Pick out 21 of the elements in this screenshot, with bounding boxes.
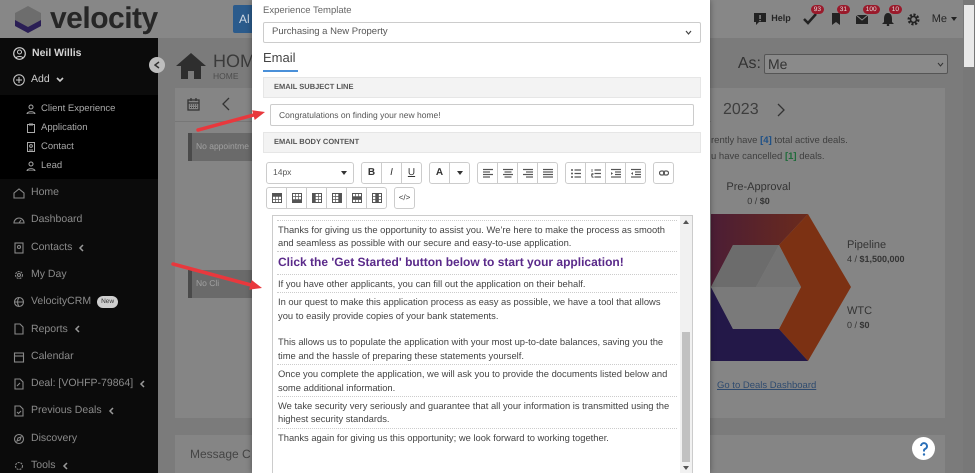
editor-paragraph: Thanks again for giving us this opportunity; we look forward to working together. — [278, 430, 610, 444]
editor-paragraph: This allows us to populate the application with your most up-to-date balances, saving you the time and the hassle of preparing these statements yourself. — [278, 335, 664, 362]
card-title: Message C — [190, 446, 251, 462]
stage-value: 4 / $1,500,000 — [847, 253, 905, 266]
editor-paragraph: Thanks for giving us the opportunity to assist you. We’re here to make the process as smooth and seamless as possible with our secure and easy-to-use application. — [278, 222, 666, 250]
year-label: 2023 — [723, 100, 759, 120]
stage-label: Pre-Approval — [725, 180, 792, 194]
editor-paragraph: In our quest to make this application process as easy as possible, we have a tool that allows you to easily provide copies of your bank statements. — [278, 295, 662, 322]
stage-value: 0 / $0 — [847, 319, 871, 332]
editor-heading: Click the 'Get Started' button below to start your application! — [278, 256, 625, 270]
field-label: Experience Template — [263, 4, 353, 18]
stage-label: WTC — [847, 304, 874, 318]
user-name: Neil Willis — [32, 46, 82, 61]
deal-summary-text: u have cancelled [1] deals. — [711, 150, 826, 164]
view-as-label: As: — [738, 54, 761, 74]
stage-label: Pipeline — [847, 238, 888, 252]
editor-paragraph: Once you complete the application, we will ask you to provide the documents listed below and some additional information. — [278, 367, 668, 394]
logo-text: velocity — [50, 4, 158, 34]
deal-summary-text: rently have [4] total active deals. — [711, 134, 849, 148]
editor-paragraph: We take security very seriously and guarantee that all your information is transmitted using the highest security standards. — [278, 398, 670, 426]
stage-value: 0 / $0 — [746, 195, 771, 208]
